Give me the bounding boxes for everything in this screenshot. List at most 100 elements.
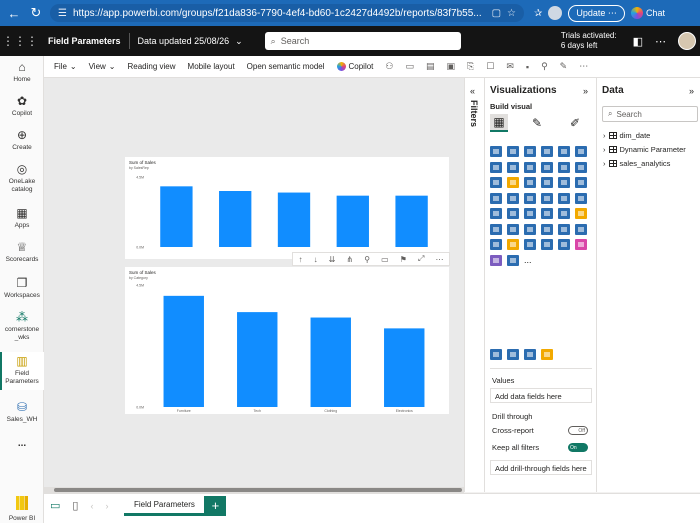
chevron-right-icon[interactable]: ›: [603, 145, 606, 154]
visual-type-icon[interactable]: [524, 223, 536, 235]
visual-type-icon[interactable]: [507, 223, 519, 235]
rail-item-create[interactable]: ⊕ Create: [0, 128, 44, 152]
visual-type-icon[interactable]: [507, 192, 519, 204]
expand-all-icon[interactable]: ⋔: [346, 255, 353, 264]
view-options-icon[interactable]: ▤: [420, 61, 441, 72]
browser-profile-avatar[interactable]: [548, 6, 563, 20]
visual-type-icon[interactable]: [490, 239, 502, 250]
format-visual-tab-icon[interactable]: ✎: [528, 114, 546, 132]
visual-type-icon[interactable]: [490, 177, 502, 188]
drill-down-icon[interactable]: ↓: [314, 255, 318, 264]
next-page-icon[interactable]: ›: [99, 501, 114, 511]
trial-panel-icon[interactable]: ◧: [627, 35, 649, 48]
visual-type-icon[interactable]: [575, 208, 587, 219]
visual-type-icon[interactable]: [524, 177, 536, 188]
visual-type-icon[interactable]: [524, 146, 536, 157]
values-well[interactable]: Add data fields here: [490, 388, 592, 403]
visual-type-icon[interactable]: [524, 349, 536, 360]
drill-through-well[interactable]: Add drill-through fields here: [490, 460, 592, 475]
visual-type-icon[interactable]: [524, 239, 536, 250]
visual-type-icon[interactable]: [507, 239, 519, 250]
bar[interactable]: [163, 295, 204, 407]
visual-type-icon[interactable]: [507, 349, 519, 360]
comment-icon[interactable]: ▭: [381, 255, 389, 264]
visual-type-icon[interactable]: [575, 161, 587, 173]
visual-type-icon[interactable]: [524, 208, 536, 219]
table-item-dynamic-parameter[interactable]: › Dynamic Parameter: [603, 145, 686, 154]
rail-more[interactable]: ...: [0, 439, 44, 449]
keep-filters-toggle[interactable]: On: [568, 443, 588, 452]
drill-up-icon[interactable]: ↑: [299, 255, 303, 264]
visual-type-icon[interactable]: [558, 177, 570, 188]
rail-item-sales-wh[interactable]: ⛁ Sales_WH: [0, 400, 44, 424]
visual-type-icon[interactable]: [575, 239, 587, 250]
visual-type-icon[interactable]: [490, 254, 502, 266]
copilot-button[interactable]: Copilot: [331, 62, 380, 71]
rail-item-onelake[interactable]: ◎ OneLake catalog: [0, 162, 44, 193]
site-info-icon[interactable]: ☰: [58, 8, 67, 19]
desktop-layout-icon[interactable]: ▭: [44, 499, 66, 512]
visual-type-icon[interactable]: [575, 146, 587, 157]
visual-type-icon[interactable]: [507, 208, 519, 219]
visual-type-icon[interactable]: [541, 208, 553, 219]
visual-type-icon[interactable]: [507, 254, 519, 266]
visual-type-icon[interactable]: [541, 223, 553, 235]
phone-layout-icon[interactable]: ▯: [66, 499, 84, 512]
bar-chart-sales-by-category[interactable]: Sum of Sales by Category 0.0M 4.5M Furnitu…: [125, 267, 449, 414]
save-icon[interactable]: ▪: [520, 62, 535, 72]
table-item-sales-analytics[interactable]: › sales_analytics: [603, 159, 670, 168]
page-tab-field-parameters[interactable]: Field Parameters: [124, 496, 205, 516]
filters-label[interactable]: Filters: [469, 100, 479, 127]
visual-type-icon[interactable]: [524, 161, 536, 173]
bar[interactable]: [219, 191, 252, 247]
collapse-visualizations-icon[interactable]: »: [583, 86, 588, 96]
expand-next-level-icon[interactable]: ⇊: [329, 255, 336, 264]
browser-update-button[interactable]: Update ⋯: [568, 4, 625, 22]
visual-type-icon[interactable]: [490, 161, 502, 173]
rail-item-scorecards[interactable]: ♕ Scorecards: [0, 240, 44, 264]
analytics-tab-icon[interactable]: ✐: [566, 114, 584, 132]
visual-type-icon[interactable]: [558, 223, 570, 235]
filters-pane[interactable]: « Filters: [464, 78, 484, 492]
bar[interactable]: [277, 192, 311, 247]
reading-view-button[interactable]: Reading view: [122, 62, 182, 71]
report-canvas[interactable]: Sum of Sales by SalesRep 0.0M 4.5M Sum of…: [44, 78, 464, 492]
refresh-icon[interactable]: ↻: [28, 5, 44, 21]
visual-type-icon[interactable]: [507, 146, 519, 157]
global-search[interactable]: ⌕ Search: [264, 32, 461, 50]
data-updated-dropdown[interactable]: Data updated 25/08/26 ⌄: [130, 36, 251, 47]
more-visuals-icon[interactable]: ...: [524, 255, 538, 268]
edit-icon[interactable]: ✎: [554, 61, 574, 72]
visual-type-icon[interactable]: [558, 161, 570, 173]
file-menu[interactable]: File ⌄: [48, 62, 83, 71]
visual-type-icon[interactable]: [541, 161, 553, 173]
address-bar[interactable]: ☰ https://app.powerbi.com/groups/f21da83…: [50, 4, 524, 22]
visual-type-icon[interactable]: [575, 177, 587, 188]
rail-item-home[interactable]: ⌂ Home: [0, 60, 44, 84]
app-launcher-icon[interactable]: ⋮⋮⋮: [0, 34, 40, 48]
comment-icon[interactable]: ▭: [399, 61, 420, 72]
pin-visual-icon[interactable]: ⚲: [364, 255, 370, 264]
copilot-chat-button[interactable]: Chat: [630, 7, 665, 19]
visual-type-icon[interactable]: [558, 208, 570, 219]
bar[interactable]: [384, 328, 425, 407]
rail-item-field-parameters[interactable]: ▥ Field Parameters: [0, 352, 44, 390]
view-menu[interactable]: View ⌄: [83, 62, 122, 71]
bar[interactable]: [237, 312, 278, 407]
bar[interactable]: [310, 317, 351, 407]
visual-type-icon[interactable]: [490, 208, 502, 219]
focus-mode-icon[interactable]: ⤢: [418, 254, 424, 264]
build-visual-tab-icon[interactable]: ▦: [490, 114, 508, 132]
collapse-data-icon[interactable]: »: [689, 86, 694, 96]
visual-type-icon[interactable]: [490, 192, 502, 204]
filter-icon[interactable]: ⚑: [400, 255, 407, 264]
binoculars-icon[interactable]: ⚇: [379, 61, 399, 72]
rail-item-powerbi[interactable]: Power BI: [0, 496, 44, 522]
pin-icon[interactable]: ⚲: [535, 61, 554, 72]
more-options-icon[interactable]: ⋯: [573, 61, 594, 72]
visual-type-icon[interactable]: [575, 192, 587, 204]
collapse-filters-icon[interactable]: «: [470, 86, 475, 96]
visual-type-icon[interactable]: [575, 223, 587, 235]
visual-type-icon[interactable]: [541, 146, 553, 157]
rail-item-apps[interactable]: ▦ Apps: [0, 206, 44, 230]
